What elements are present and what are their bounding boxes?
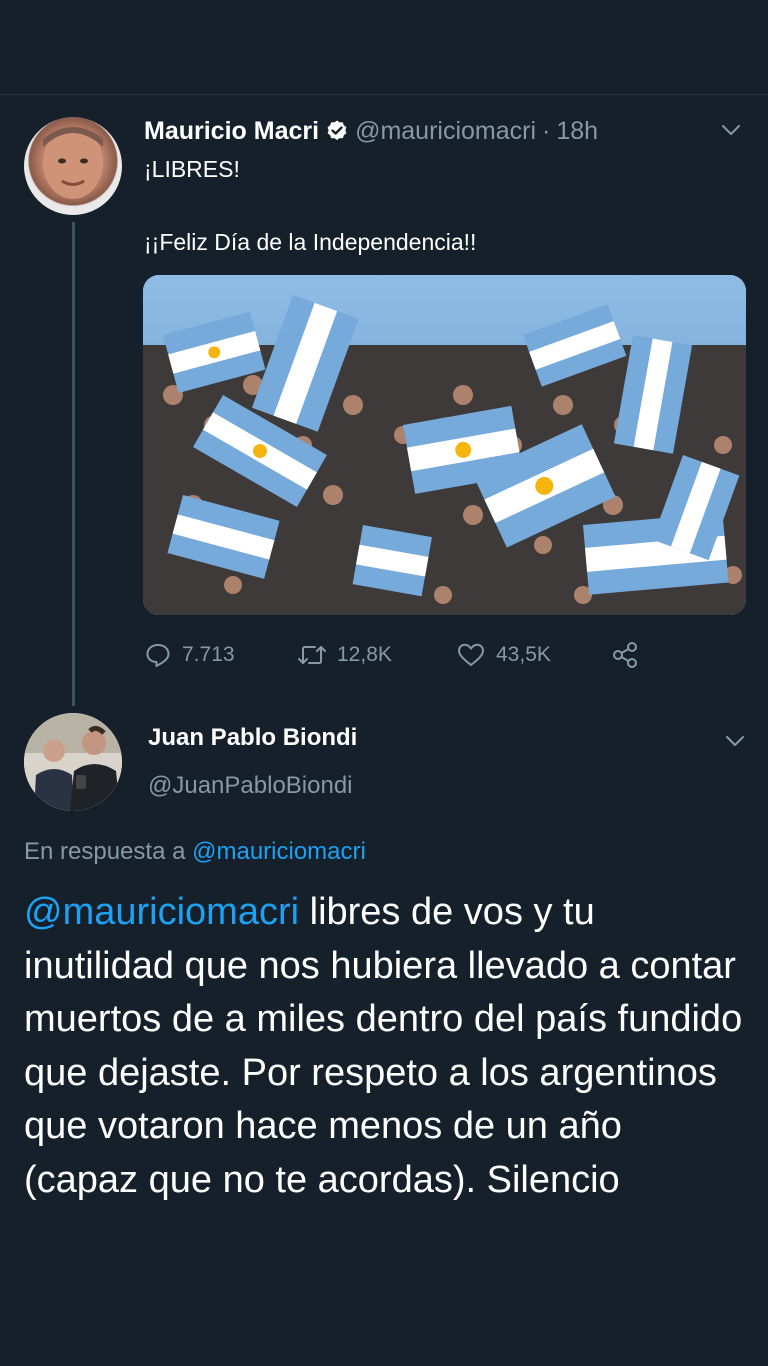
tweet-photo[interactable] xyxy=(143,275,746,615)
body-mention-link[interactable]: @mauriciomacri xyxy=(24,891,299,933)
top-bar xyxy=(0,0,768,95)
chevron-down-icon[interactable] xyxy=(720,119,742,141)
timestamp[interactable]: 18h xyxy=(556,117,598,146)
verified-badge-icon xyxy=(325,119,349,143)
avatar[interactable] xyxy=(24,117,122,215)
tweet-text-line2: ¡¡Feliz Día de la Independencia!! xyxy=(144,229,477,255)
thread-line xyxy=(72,222,75,706)
tweet-text-line1: ¡LIBRES! xyxy=(144,156,240,182)
reply-context: En respuesta a @mauriciomacri xyxy=(24,838,366,866)
author-name[interactable]: Juan Pablo Biondi xyxy=(148,724,357,752)
retweet-icon xyxy=(298,646,326,664)
author-handle[interactable]: @JuanPabloBiondi xyxy=(148,772,353,800)
avatar[interactable] xyxy=(24,713,122,811)
separator-dot: · xyxy=(542,116,551,145)
reply-mention-link[interactable]: @mauriciomacri xyxy=(192,838,366,865)
tweet-actions: 7.713 12,8K 43,5K xyxy=(144,638,704,672)
chevron-down-icon[interactable] xyxy=(724,730,746,752)
share-action[interactable] xyxy=(610,638,650,672)
reply-icon xyxy=(146,644,170,667)
author-name[interactable]: Mauricio Macri xyxy=(144,117,319,146)
author-handle[interactable]: @mauriciomacri xyxy=(355,117,536,146)
like-action[interactable]: 43,5K xyxy=(456,638,551,672)
reply-prefix: En respuesta a xyxy=(24,838,193,865)
reply-body: libres de vos y tu inutilidad que nos hu… xyxy=(24,891,743,1201)
reply-text: @mauriciomacri libres de vos y tu inutil… xyxy=(24,886,744,1207)
heart-icon xyxy=(458,643,484,666)
tweet-header: Mauricio Macri @mauriciomacri · 18h xyxy=(144,113,598,149)
reply-action[interactable]: 7.713 xyxy=(144,638,235,672)
reply-count: 7.713 xyxy=(182,643,235,666)
retweet-count: 12,8K xyxy=(337,643,392,666)
retweet-action[interactable]: 12,8K xyxy=(297,638,392,672)
like-count: 43,5K xyxy=(496,643,551,666)
share-icon xyxy=(613,642,637,668)
